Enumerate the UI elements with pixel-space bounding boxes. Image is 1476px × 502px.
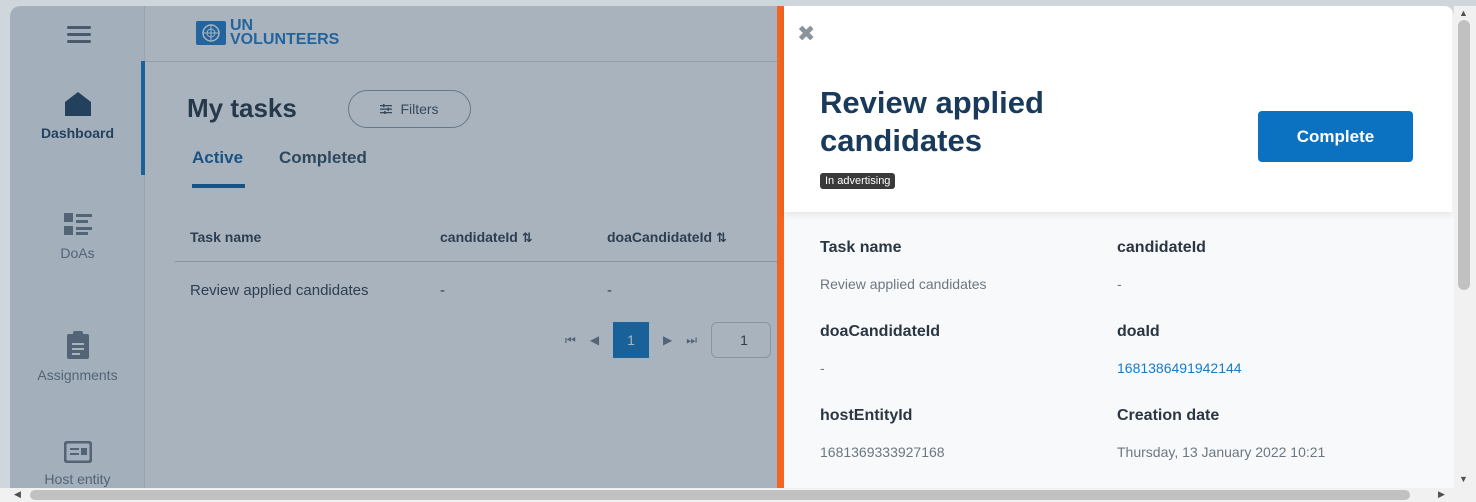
clipboard-icon bbox=[66, 331, 89, 359]
doa-id-link[interactable]: 1681386491942144 bbox=[1117, 360, 1242, 376]
sliders-icon bbox=[380, 104, 393, 114]
column-label: Task name bbox=[190, 229, 262, 245]
field-value-doa-candidate-id: - bbox=[820, 360, 825, 376]
task-detail-drawer: ✖ Review applied candidates In advertisi… bbox=[777, 6, 1454, 488]
sidebar-item-label: Assignments bbox=[37, 367, 118, 383]
column-header-candidate-id[interactable]: candidateId ⇅ bbox=[440, 229, 533, 246]
sort-icon[interactable]: ⇅ bbox=[522, 230, 533, 245]
pagination: ⏮ ◀ 1 ▶ ⏭ 1 bbox=[565, 322, 772, 358]
horizontal-scrollbar[interactable]: ◀ ▶ bbox=[0, 488, 1476, 502]
scroll-right-icon[interactable]: ▶ bbox=[1438, 489, 1445, 500]
sidebar-item-label: Dashboard bbox=[40, 125, 115, 141]
close-icon[interactable]: ✖ bbox=[797, 21, 815, 47]
cell-candidate-id: - bbox=[440, 282, 445, 299]
field-label-doa-id: doaId bbox=[1117, 323, 1160, 340]
sidebar-item-assignments[interactable]: Assignments bbox=[10, 331, 145, 383]
drawer-accent-bar bbox=[777, 6, 784, 488]
complete-button[interactable]: Complete bbox=[1258, 111, 1413, 162]
field-value-creation-date: Thursday, 13 January 2022 10:21 bbox=[1117, 444, 1326, 460]
sidebar: Dashboard DoAs Assignments Host entity bbox=[10, 6, 145, 488]
filters-button[interactable]: Filters bbox=[348, 90, 471, 128]
scroll-up-icon[interactable]: ▲ bbox=[1459, 8, 1468, 18]
page-title: My tasks bbox=[187, 93, 297, 123]
cell-doa-candidate-id: - bbox=[607, 282, 612, 299]
tab-active[interactable]: Active bbox=[192, 148, 243, 168]
next-page-icon[interactable]: ▶ bbox=[663, 333, 672, 347]
field-label-candidate-id: candidateId bbox=[1117, 239, 1206, 256]
field-value-candidate-id: - bbox=[1117, 276, 1122, 292]
tab-completed[interactable]: Completed bbox=[279, 148, 367, 168]
home-icon bbox=[64, 92, 91, 116]
column-label: candidateId bbox=[440, 229, 518, 245]
field-label-task-name: Task name bbox=[820, 239, 902, 256]
horizontal-scroll-thumb[interactable] bbox=[30, 490, 1410, 500]
field-value-task-name: Review applied candidates bbox=[820, 276, 987, 292]
sidebar-item-host-entity[interactable]: Host entity bbox=[10, 441, 145, 487]
logo-line2: VOLUNTEERS bbox=[230, 31, 340, 48]
drawer-title: Review applied candidates bbox=[820, 85, 1044, 158]
column-header-task-name[interactable]: Task name bbox=[190, 229, 261, 245]
previous-page-icon[interactable]: ◀ bbox=[590, 333, 599, 347]
field-label-host-entity-id: hostEntityId bbox=[820, 407, 913, 424]
field-label-doa-candidate-id: doaCandidateId bbox=[820, 323, 941, 340]
field-label-creation-date: Creation date bbox=[1117, 407, 1220, 424]
column-header-doa-candidate-id[interactable]: doaCandidateId ⇅ bbox=[607, 229, 727, 246]
sidebar-item-dashboard[interactable]: Dashboard bbox=[10, 91, 145, 141]
scroll-left-icon[interactable]: ◀ bbox=[14, 489, 21, 500]
id-card-icon bbox=[63, 441, 92, 463]
column-label: doaCandidateId bbox=[607, 229, 713, 245]
first-page-icon[interactable]: ⏮ bbox=[565, 333, 576, 348]
menu-icon[interactable] bbox=[67, 26, 91, 44]
vertical-scroll-thumb[interactable] bbox=[1458, 20, 1470, 290]
tab-active-underline bbox=[192, 184, 245, 188]
un-emblem-icon bbox=[196, 21, 226, 45]
sidebar-item-label: DoAs bbox=[60, 245, 95, 261]
list-icon bbox=[63, 213, 92, 235]
field-value-host-entity-id: 1681369333927168 bbox=[820, 444, 945, 460]
status-badge: In advertising bbox=[820, 173, 896, 189]
page-number-button[interactable]: 1 bbox=[613, 322, 650, 358]
cell-task-name: Review applied candidates bbox=[190, 282, 369, 299]
app-window: Dashboard DoAs Assignments Host entity U… bbox=[10, 6, 1454, 488]
vertical-scrollbar[interactable]: ▲ ▼ bbox=[1454, 6, 1476, 488]
sort-icon[interactable]: ⇅ bbox=[716, 230, 727, 245]
page-size-select[interactable]: 1 bbox=[711, 322, 772, 358]
scroll-down-icon[interactable]: ▼ bbox=[1459, 474, 1468, 484]
un-volunteers-logo[interactable]: UN VOLUNTEERS bbox=[196, 18, 340, 48]
drawer-header: ✖ Review applied candidates In advertisi… bbox=[784, 6, 1452, 212]
logo-text: UN VOLUNTEERS bbox=[230, 18, 340, 48]
filters-label: Filters bbox=[400, 101, 439, 117]
last-page-icon[interactable]: ⏭ bbox=[686, 333, 697, 348]
sidebar-item-label: Host entity bbox=[44, 471, 111, 487]
sidebar-item-doas[interactable]: DoAs bbox=[10, 213, 145, 261]
